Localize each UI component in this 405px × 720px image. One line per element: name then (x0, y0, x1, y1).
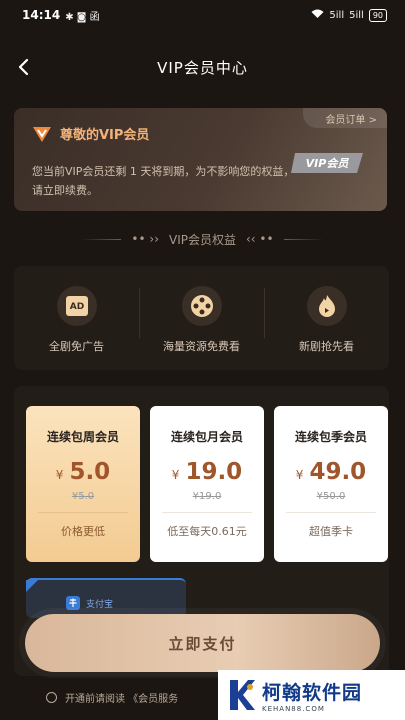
currency-symbol: ¥ (55, 468, 64, 482)
package-price: ¥ 19.0 (172, 459, 242, 485)
package-weekly[interactable]: 连续包周会员 ¥ 5.0 ¥5.0 价格更低 (26, 406, 140, 562)
benefit-label: 海量资源免费看 (163, 340, 240, 353)
package-monthly[interactable]: 连续包月会员 ¥ 19.0 ¥19.0 低至每天0.61元 (150, 406, 264, 562)
status-right: 5ill 5ill 90 (311, 8, 387, 22)
benefit-early-access: 新剧抢先看 (272, 286, 382, 354)
member-orders-link[interactable]: 会员订单 > (303, 108, 387, 128)
vip-rights-header: •• ›› VIP会员权益 ‹‹ •• (0, 228, 405, 250)
original-price: ¥19.0 (192, 491, 222, 502)
chevron-left-icon (18, 58, 29, 76)
benefit-no-ads: AD 全剧免广告 (22, 286, 132, 354)
alipay-icon (66, 596, 80, 610)
wifi-icon (311, 9, 324, 22)
original-price: ¥50.0 (316, 491, 346, 502)
vip-badge-icon (33, 126, 51, 142)
package-divider (38, 512, 128, 513)
status-time: 14:14 (22, 8, 61, 22)
watermark-url: KEHAN88.COM (262, 704, 325, 713)
package-price: ¥ 5.0 (56, 459, 110, 485)
benefits-panel: AD 全剧免广告 海量资源免费看 新剧抢先看 (14, 266, 389, 370)
benefit-divider (139, 288, 140, 338)
vip-tag-text: VIP会员 (306, 157, 350, 170)
package-name: 连续包月会员 (170, 430, 243, 444)
selected-corner (26, 580, 38, 592)
battery-icon: 90 (368, 8, 387, 22)
package-note: 低至每天0.61元 (167, 525, 247, 538)
agreement-text[interactable]: 开通前请阅读 《会员服务 (65, 690, 178, 705)
package-name: 连续包季会员 (294, 430, 367, 444)
ad-icon-text: AD (69, 302, 83, 312)
agreement-row: 开通前请阅读 《会员服务 (46, 690, 178, 705)
package-name: 连续包周会员 (46, 430, 119, 444)
payment-method-row: 支付宝 (66, 596, 113, 610)
benefit-label: 全剧免广告 (49, 340, 104, 353)
vip-expiry-notice: 您当前VIP会员还剩 1 天将到期，为不影响您的权益，请立即续费。 (32, 165, 295, 197)
ad-icon: AD (56, 286, 97, 326)
rights-header-label: VIP会员权益 (169, 232, 236, 247)
benefit-label: 新剧抢先看 (299, 340, 354, 353)
signal-icon-2: 5ill (349, 9, 364, 21)
divider-right (283, 238, 324, 240)
divider-left (81, 238, 122, 240)
benefit-free-resources: 海量资源免费看 (147, 286, 257, 354)
pay-now-button[interactable]: 立即支付 (25, 614, 380, 672)
agreement-checkbox[interactable] (46, 692, 57, 703)
package-note: 价格更低 (61, 525, 105, 538)
status-left-icons: ✱ ◙ 函 (65, 11, 100, 23)
currency-symbol: ¥ (171, 468, 180, 482)
original-price: ¥5.0 (71, 491, 95, 502)
watermark: 柯翰软件园 KEHAN88.COM (218, 670, 405, 720)
payment-method-alipay[interactable]: 支付宝 (26, 578, 186, 618)
page-title: VIP会员中心 (157, 58, 248, 77)
price-amount: 5.0 (69, 459, 111, 485)
package-quarterly[interactable]: 连续包季会员 ¥ 49.0 ¥50.0 超值季卡 (274, 406, 388, 562)
package-note: 超值季卡 (309, 525, 353, 538)
flame-icon (306, 286, 347, 326)
vip-card-header: 尊敬的VIP会员 (32, 124, 149, 143)
price-amount: 19.0 (185, 459, 243, 485)
currency-symbol: ¥ (295, 468, 304, 482)
back-button[interactable] (8, 49, 38, 85)
watermark-logo-icon (230, 680, 255, 710)
nav-bar: VIP会员中心 (0, 45, 405, 89)
payment-method-label: 支付宝 (86, 599, 114, 610)
rights-decor-right: ‹‹ •• (246, 232, 274, 246)
price-amount: 49.0 (309, 459, 367, 485)
package-divider (162, 512, 252, 513)
status-left: 14:14 ✱ ◙ 函 (22, 8, 100, 23)
signal-icon-1: 5ill (329, 9, 345, 21)
status-bar: 14:14 ✱ ◙ 函 5ill 5ill 90 (0, 0, 405, 30)
watermark-text: 柯翰软件园 KEHAN88.COM (262, 678, 362, 713)
package-price: ¥ 49.0 (296, 459, 366, 485)
vip-card-title: 尊敬的VIP会员 (60, 128, 150, 143)
rights-decor-left: •• ›› (131, 232, 159, 246)
vip-status-card: 会员订单 > 尊敬的VIP会员 您当前VIP会员还剩 1 天将到期，为不影响您的… (14, 108, 387, 211)
benefit-divider (264, 288, 265, 338)
watermark-name: 柯翰软件园 (262, 681, 363, 704)
vip-tag: VIP会员 (291, 150, 367, 180)
package-divider (286, 512, 376, 513)
film-reel-icon (181, 286, 222, 326)
